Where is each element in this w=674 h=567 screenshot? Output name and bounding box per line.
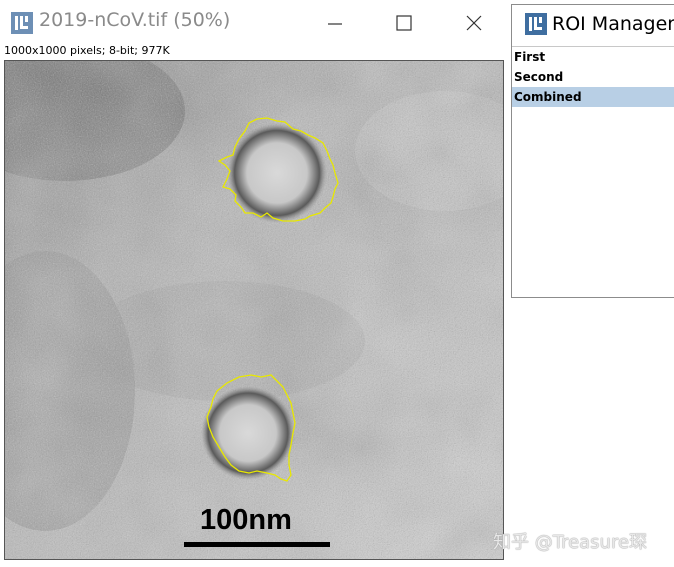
close-button[interactable]: [461, 10, 487, 36]
minimize-button[interactable]: [322, 10, 348, 36]
scale-bar: [184, 542, 330, 547]
roi-item-first[interactable]: First: [512, 47, 674, 67]
close-icon: [466, 15, 482, 31]
roi-item-label: Combined: [514, 90, 582, 104]
micrograph: [5, 61, 503, 559]
image-info: 1000x1000 pixels; 8-bit; 977K: [4, 44, 170, 57]
watermark: 知乎 @Treasure琛: [493, 532, 648, 553]
minimize-icon: [328, 23, 342, 25]
imagej-icon: [525, 13, 547, 35]
roi-manager-window: ROI Manager First Second Combined: [511, 4, 674, 298]
roi-item-second[interactable]: Second: [512, 67, 674, 87]
scale-bar-label: 100nm: [200, 504, 292, 536]
maximize-icon: [396, 15, 412, 31]
roi-item-combined[interactable]: Combined: [512, 87, 674, 107]
maximize-button[interactable]: [391, 10, 417, 36]
imagej-icon: [11, 12, 33, 34]
image-window-titlebar[interactable]: 2019-nCoV.tif (50%): [0, 0, 508, 44]
roi-list[interactable]: First Second Combined: [512, 46, 674, 297]
roi-item-label: First: [514, 50, 546, 64]
image-window: 2019-nCoV.tif (50%) 1000x1000 pixels; 8-…: [0, 0, 508, 567]
image-canvas[interactable]: [4, 60, 504, 560]
roi-manager-titlebar[interactable]: ROI Manager: [512, 5, 674, 45]
roi-manager-title: ROI Manager: [552, 13, 674, 35]
image-window-title: 2019-nCoV.tif (50%): [39, 9, 231, 31]
roi-item-label: Second: [514, 70, 564, 84]
